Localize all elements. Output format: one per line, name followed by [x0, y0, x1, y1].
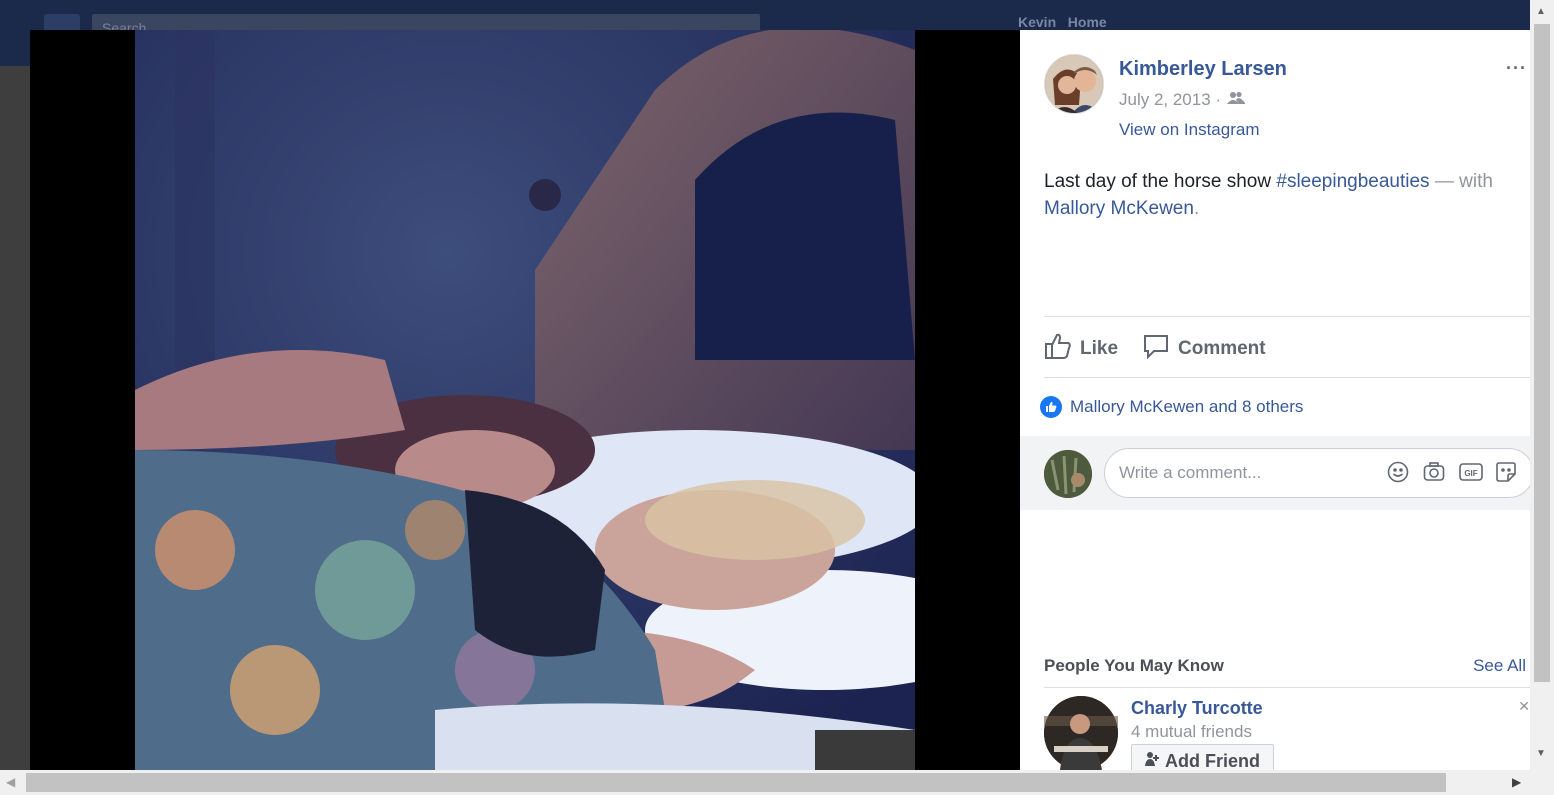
like-button[interactable]: Like — [1044, 332, 1118, 366]
emoji-icon[interactable] — [1387, 461, 1409, 483]
gif-icon[interactable]: GIF — [1459, 461, 1483, 483]
photo-theater[interactable] — [30, 30, 1020, 770]
more-options-icon[interactable]: ··· — [1506, 58, 1530, 78]
divider — [1044, 687, 1530, 688]
mutual-friends-count: 4 mutual friends — [1131, 722, 1252, 741]
dismiss-suggestion-icon[interactable]: ✕ — [1518, 698, 1530, 715]
divider — [1044, 377, 1530, 378]
camera-icon[interactable] — [1423, 461, 1445, 483]
viewer-avatar[interactable] — [1044, 450, 1092, 498]
gif-icon-label: GIF — [1464, 469, 1477, 478]
scroll-down-icon[interactable]: ▼ — [1536, 748, 1546, 759]
post-meta: July 2, 2013 · — [1119, 90, 1246, 110]
comment-icon — [1142, 332, 1170, 366]
comment-placeholder: Write a comment... — [1119, 463, 1262, 482]
comment-tools: GIF — [1387, 461, 1517, 483]
post-caption: Last day of the horse show #sleepingbeau… — [1044, 168, 1514, 222]
like-reaction-icon — [1040, 396, 1062, 418]
scrollbar-corner — [1530, 770, 1554, 795]
author-avatar[interactable] — [1044, 54, 1104, 114]
divider — [1044, 316, 1530, 317]
vertical-scrollbar[interactable]: ▲ ▼ — [1530, 0, 1554, 770]
comment-button[interactable]: Comment — [1142, 332, 1266, 366]
like-label: Like — [1080, 338, 1119, 359]
scroll-up-icon[interactable]: ▲ — [1536, 6, 1546, 17]
post-photo[interactable] — [135, 30, 915, 770]
horizontal-scrollbar[interactable]: ◀ ▶ — [0, 770, 1530, 795]
see-all-link[interactable]: See All — [1473, 656, 1526, 676]
reactions-summary[interactable]: Mallory McKewen and 8 others — [1040, 396, 1303, 418]
reactions-text[interactable]: Mallory McKewen and 8 others — [1070, 397, 1303, 417]
caption-with: — with — [1429, 171, 1493, 192]
thumbs-up-icon — [1044, 332, 1072, 366]
post-side-panel: Kimberley Larsen July 2, 2013 · View on … — [1020, 30, 1530, 770]
tagged-person-link[interactable]: Mallory McKewen — [1044, 198, 1194, 219]
scroll-left-icon[interactable]: ◀ — [6, 775, 15, 789]
add-friend-button[interactable]: Add Friend — [1131, 744, 1274, 770]
caption-text: Last day of the horse show — [1044, 171, 1277, 192]
post-author-name[interactable]: Kimberley Larsen — [1119, 58, 1287, 81]
scroll-right-icon[interactable]: ▶ — [1512, 775, 1521, 789]
comment-input[interactable]: Write a comment... GIF — [1104, 448, 1530, 498]
suggested-person-name[interactable]: Charly Turcotte — [1131, 698, 1263, 719]
add-friend-label: Add Friend — [1165, 750, 1260, 771]
background-user-name: Kevin Home — [1018, 14, 1107, 30]
post-date[interactable]: July 2, 2013 · — [1119, 90, 1221, 110]
add-friend-icon — [1145, 751, 1159, 771]
photo-image — [135, 30, 915, 770]
pymk-title: People You May Know — [1044, 656, 1224, 675]
sticker-icon[interactable] — [1495, 461, 1517, 483]
comment-label: Comment — [1178, 338, 1266, 359]
friends-icon[interactable] — [1227, 90, 1246, 110]
caption-end: . — [1193, 198, 1200, 219]
hashtag-link[interactable]: #sleepingbeauties — [1276, 171, 1429, 192]
vertical-scroll-thumb[interactable] — [1534, 24, 1550, 682]
view-on-instagram-link[interactable]: View on Instagram — [1119, 120, 1259, 140]
suggested-person-avatar[interactable] — [1044, 696, 1118, 770]
comment-composer: Write a comment... GIF — [1020, 436, 1530, 510]
horizontal-scroll-thumb[interactable] — [26, 773, 1446, 792]
